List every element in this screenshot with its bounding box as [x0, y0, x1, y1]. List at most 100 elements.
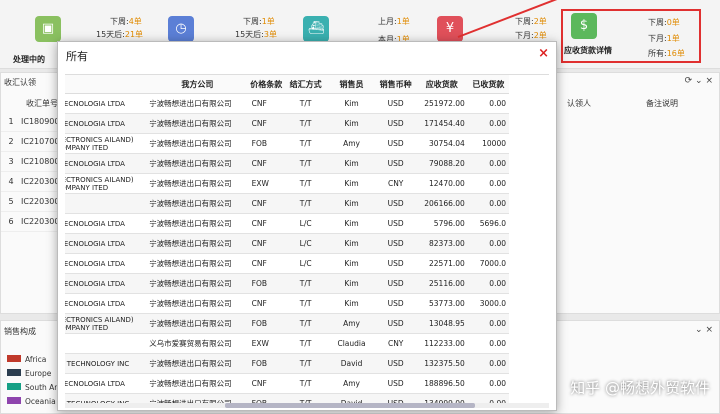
cell-sales: Kim [327, 273, 376, 294]
cell-sales: Kim [327, 153, 376, 174]
table-row[interactable]: -COMP ELECTRONICS AILAND) PUBLIC COMPANY… [65, 313, 509, 334]
legend-swatch [7, 369, 21, 376]
cell-term: FOB [248, 273, 284, 294]
cell-company: 宁波畅想进出口有限公司 [146, 113, 249, 134]
tile-processing-label: 处理中的 [13, 55, 45, 64]
table-row[interactable]: PION BIOTECNOLOGIA LTDA宁波畅想进出口有限公司CNFL/C… [65, 213, 509, 234]
cell-company: 宁波畅想进出口有限公司 [146, 213, 249, 234]
table-row[interactable]: PION BIOTECNOLOGIA LTDA宁波畅想进出口有限公司CNFT/T… [65, 293, 509, 314]
col-received[interactable]: 已收货款 [467, 75, 509, 94]
cell-sales: Kim [327, 113, 376, 134]
table-row[interactable]: -COMP ELECTRONICS AILAND) PUBLIC COMPANY… [65, 173, 509, 194]
cell-receivable: 12470.00 [415, 173, 468, 194]
chevron-down-icon[interactable]: ⌄ [695, 76, 703, 86]
cell-sales: Amy [327, 313, 376, 334]
table-row[interactable]: PION BIOTECNOLOGIA LTDA宁波畅想进出口有限公司CNFL/C… [65, 233, 509, 254]
cell-pay: T/T [283, 353, 328, 374]
cell-receivable: 112233.00 [415, 333, 468, 354]
cell-currency: USD [375, 373, 416, 394]
sales-legend: Africa Europe South Ar Oceania [7, 355, 57, 411]
cell-company: 宁波畅想进出口有限公司 [146, 293, 249, 314]
cell-term: CNF [248, 233, 284, 254]
cell-term: CNF [248, 193, 284, 214]
modal-title: 所有 [66, 50, 88, 63]
refresh-icon[interactable]: ⟳ [685, 76, 693, 86]
table-row[interactable]: 2 IC210700 [1, 132, 61, 152]
legend-swatch [7, 383, 21, 390]
tile-shipping[interactable]: ⛴ [303, 16, 329, 42]
close-icon[interactable]: × [538, 46, 549, 61]
cell-pay: T/T [283, 193, 328, 214]
col-sales[interactable]: 销售员 [327, 75, 376, 94]
cell-currency: CNY [375, 333, 416, 354]
cell-sales: Kim [327, 233, 376, 254]
cell-currency: USD [375, 273, 416, 294]
col-currency[interactable]: 销售币种 [375, 75, 416, 94]
cell-term: CNF [248, 253, 284, 274]
cell-company: 宁波畅想进出口有限公司 [146, 173, 249, 194]
cell-client: PION BIOTECNOLOGIA LTDA [65, 113, 147, 134]
cell-term: EXW [248, 173, 284, 194]
table-row[interactable]: -COMP ELECTRONICS AILAND) PUBLIC COMPANY… [65, 133, 509, 154]
table-row[interactable]: 5 IC220300 [1, 192, 61, 212]
cell-pay: T/T [283, 293, 328, 314]
table-row[interactable]: PION BIOTECNOLOGIA LTDA宁波畅想进出口有限公司CNFT/T… [65, 93, 509, 114]
cell-currency: USD [375, 133, 416, 154]
close-icon[interactable]: × [705, 325, 713, 335]
col-company[interactable]: 我方公司 [146, 75, 249, 94]
cell-receivable: 30754.04 [415, 133, 468, 154]
col-term[interactable]: 价格条款 [248, 75, 284, 94]
cell-company: 宁波畅想进出口有限公司 [146, 373, 249, 394]
legend-item: South Ar [7, 383, 57, 397]
table-row[interactable]: 4 IC220300 [1, 172, 61, 192]
cell-client: PION BIOTECNOLOGIA LTDA [65, 293, 147, 314]
cell-pay: T/T [283, 153, 328, 174]
cell-client: IA [65, 333, 147, 354]
scrollbar-thumb[interactable] [225, 403, 475, 408]
tile-processing[interactable]: ▣ [35, 16, 61, 42]
tile1-stat-1: 15天后:21单 [96, 30, 144, 39]
table-row[interactable]: 6 IC220300 [1, 212, 61, 232]
cell-receivable: 13048.95 [415, 313, 468, 334]
tile1-stat-0: 下周:4单 [110, 17, 142, 26]
col-note-header: 备注说明 [646, 99, 678, 108]
receivables-table-wrap[interactable]: 我方公司 价格条款 结汇方式 销售员 销售币种 应收货款 已收货款 PION B… [65, 74, 549, 405]
tile-receivables-label[interactable]: 应收货款详情 [564, 45, 612, 56]
cell-received: 0.00 [467, 173, 509, 194]
tile-receivables[interactable]: $ [571, 13, 597, 39]
tile-payment[interactable]: ¥ [437, 16, 463, 42]
table-row[interactable]: 宁波畅想进出口有限公司 CNF T/T Kim USD 206166.00 0.00 [65, 193, 509, 214]
legend-item: Africa [7, 355, 57, 369]
table-row[interactable]: 3 IC210800 [1, 152, 61, 172]
cell-currency: USD [375, 353, 416, 374]
table-row[interactable]: PION BIOTECNOLOGIA LTDA宁波畅想进出口有限公司CNFT/T… [65, 373, 509, 394]
table-row[interactable]: PION BIOTECNOLOGIA LTDA宁波畅想进出口有限公司CNFT/T… [65, 113, 509, 134]
cell-receivable: 22571.00 [415, 253, 468, 274]
cell-received: 0.00 [467, 353, 509, 374]
table-row[interactable]: PION BIOTECNOLOGIA LTDA宁波畅想进出口有限公司CNFT/T… [65, 153, 509, 174]
tile-schedule[interactable]: ◷ [168, 16, 194, 42]
tile4-stat-1: 下月:2单 [515, 31, 547, 40]
cell-pay: T/T [283, 273, 328, 294]
tile5-stat-1: 下月:1单 [648, 34, 680, 43]
cell-currency: USD [375, 93, 416, 114]
cell-client [65, 193, 147, 214]
cell-client: PION BIOTECNOLOGIA LTDA [65, 253, 147, 274]
table-row[interactable]: 1 IC180900 [1, 112, 61, 132]
yuan-doc-icon: ¥ [445, 21, 455, 36]
cell-pay: L/C [283, 233, 328, 254]
col-receivable[interactable]: 应收货款 [415, 75, 468, 94]
cell-receivable: 171454.40 [415, 113, 468, 134]
cell-currency: USD [375, 193, 416, 214]
chevron-down-icon[interactable]: ⌄ [695, 325, 703, 335]
horizontal-scrollbar[interactable] [65, 403, 549, 408]
close-icon[interactable]: × [705, 76, 713, 86]
col-pay[interactable]: 结汇方式 [283, 75, 328, 94]
cell-pay: T/T [283, 93, 328, 114]
table-row[interactable]: PION BIOTECNOLOGIA LTDA宁波畅想进出口有限公司FOBT/T… [65, 273, 509, 294]
table-row[interactable]: IA义乌市爱赛贸易有限公司EXWT/TClaudiaCNY112233.000.… [65, 333, 509, 354]
cell-receivable: 79088.20 [415, 153, 468, 174]
cell-received: 10000 [467, 133, 509, 154]
table-row[interactable]: PION BIOTECNOLOGIA LTDA宁波畅想进出口有限公司CNFL/C… [65, 253, 509, 274]
table-row[interactable]: AIR FILTER TECHNOLOGY INC宁波畅想进出口有限公司FOBT… [65, 353, 509, 374]
